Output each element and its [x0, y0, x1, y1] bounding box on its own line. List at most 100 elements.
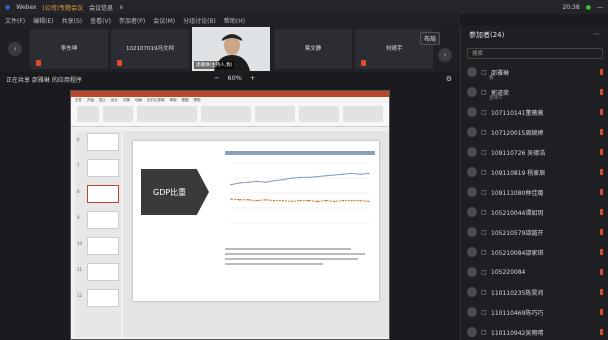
- meeting-title[interactable]: (公司)专题会议: [42, 3, 83, 12]
- ppt-tab-design[interactable]: 设计: [111, 98, 118, 103]
- editing-group[interactable]: [299, 106, 339, 122]
- slide-thumbnail[interactable]: [87, 133, 119, 151]
- muted-mic-icon[interactable]: [600, 249, 603, 255]
- tile-name: 李东坤: [60, 46, 78, 52]
- menu-help[interactable]: 帮助(H): [224, 16, 245, 25]
- panel-options-icon[interactable]: ⋯: [593, 30, 600, 38]
- share-label: 正在共享 邵雅琳 的应用程序: [6, 76, 82, 84]
- participant-row[interactable]: ▢ 109110726 吴德浩: [467, 144, 607, 160]
- chart-point: [256, 199, 258, 202]
- participant-row[interactable]: ▢ 109111080林佳璐: [467, 184, 607, 200]
- paragraph-group[interactable]: [201, 106, 251, 122]
- paste-icon[interactable]: [77, 106, 99, 122]
- menu-bar: 文件(F) 编辑(E) 共享(S) 查看(V) 参加者(P) 会议(M) 分组讨…: [0, 14, 460, 26]
- slides-group[interactable]: [103, 106, 133, 122]
- self-video[interactable]: 邵雅琳(主持人,我): [192, 27, 270, 71]
- slide-thumbnail[interactable]: [87, 159, 119, 177]
- device-icon: ▢: [481, 168, 487, 176]
- menu-file[interactable]: 文件(F): [5, 16, 25, 25]
- zoom-in-button[interactable]: +: [250, 74, 255, 82]
- menu-share[interactable]: 共享(S): [62, 16, 83, 25]
- muted-mic-icon[interactable]: [600, 329, 603, 335]
- designer-group[interactable]: [343, 106, 383, 122]
- muted-mic-icon[interactable]: [600, 149, 603, 155]
- muted-mic-icon[interactable]: [600, 169, 603, 175]
- layout-button[interactable]: 布局: [420, 32, 441, 45]
- device-icon: ▢: [481, 328, 487, 336]
- muted-mic-icon[interactable]: [600, 129, 603, 135]
- participant-row[interactable]: ▢ 105210084邵家琪: [467, 244, 607, 260]
- menu-meeting[interactable]: 会议(M): [153, 16, 175, 25]
- ppt-tab-review[interactable]: 审阅: [170, 98, 177, 103]
- menu-breakout[interactable]: 分组讨论(B): [183, 16, 216, 25]
- chart-series-line: [230, 172, 370, 186]
- chevron-right-icon: ›: [443, 51, 447, 59]
- zoom-out-button[interactable]: −: [214, 74, 219, 82]
- meeting-info-link[interactable]: 会议信息: [89, 3, 113, 12]
- minimize-icon[interactable]: —: [597, 4, 603, 11]
- ppt-tab-home[interactable]: 开始: [87, 98, 94, 103]
- slide-thumbnail[interactable]: [87, 263, 119, 281]
- video-tile[interactable]: 蒋文静: [274, 29, 352, 69]
- panel-title: 参加者(24): [469, 31, 505, 39]
- slide-thumbnail[interactable]: [87, 289, 119, 307]
- ppt-tab-transition[interactable]: 切换: [123, 98, 130, 103]
- strip-prev-button[interactable]: ‹: [8, 42, 22, 56]
- chart-point: [256, 180, 258, 183]
- menu-participants[interactable]: 参加者(P): [119, 16, 145, 25]
- slide-thumbnail[interactable]: [87, 211, 119, 229]
- ppt-tab-insert[interactable]: 插入: [99, 98, 106, 103]
- chart-point: [230, 183, 232, 186]
- chart-point: [290, 177, 293, 179]
- menu-edit[interactable]: 编辑(E): [33, 16, 53, 25]
- chart-point: [281, 199, 284, 202]
- muted-mic-icon[interactable]: [600, 69, 603, 75]
- muted-mic-icon[interactable]: [600, 89, 603, 95]
- participant-search-input[interactable]: 搜索: [467, 48, 603, 59]
- muted-mic-icon[interactable]: [600, 289, 603, 295]
- participant-row[interactable]: ▢ 105220084: [467, 264, 607, 280]
- muted-mic-icon: [36, 60, 41, 66]
- slide-thumbnails: 6 7 8 9 10 11 12: [75, 131, 121, 337]
- participant-row[interactable]: ▢ 107120015周婉婷: [467, 124, 607, 140]
- participant-row[interactable]: ▢ 郭道荣 主持人: [467, 84, 607, 101]
- slide-thumbnail[interactable]: [87, 237, 119, 255]
- muted-mic-icon[interactable]: [600, 209, 603, 215]
- strip-next-button[interactable]: ›: [438, 48, 452, 62]
- video-tile[interactable]: 李东坤: [30, 29, 108, 69]
- thumb-number: 11: [77, 267, 83, 272]
- menu-view[interactable]: 查看(V): [90, 16, 111, 25]
- clock-time: 20:38: [562, 3, 580, 11]
- annotate-icon[interactable]: ⚙: [446, 75, 452, 83]
- participant-row[interactable]: ▢ 110110469陈巧巧: [467, 304, 607, 320]
- muted-mic-icon[interactable]: [600, 309, 603, 315]
- avatar: [467, 107, 477, 117]
- ppt-tab-view[interactable]: 视图: [182, 98, 189, 103]
- participant-name: 109110819 杨家辰: [491, 169, 546, 177]
- participant-row[interactable]: ▢ 109110819 杨家辰: [467, 164, 607, 180]
- ppt-tab-help[interactable]: 帮助: [194, 98, 201, 103]
- muted-mic-icon[interactable]: [600, 269, 603, 275]
- ppt-tab-slideshow[interactable]: 幻灯片放映: [147, 98, 165, 103]
- participant-row[interactable]: ▢ 105210044谭如玥: [467, 204, 607, 220]
- participant-row[interactable]: ▢ 107110141董薇薇: [467, 104, 607, 120]
- muted-mic-icon[interactable]: [600, 109, 603, 115]
- ppt-tab-file[interactable]: 文件: [75, 98, 82, 103]
- ppt-tab-animation[interactable]: 动画: [135, 98, 142, 103]
- webex-logo-icon: ●: [5, 3, 11, 11]
- drawing-group[interactable]: [255, 106, 295, 122]
- participant-row[interactable]: ▢ 105210579邵越开: [467, 224, 607, 240]
- video-tile[interactable]: 102107019冯文柯: [111, 29, 189, 69]
- participant-row[interactable]: ▢ 110110942吴雨晴: [467, 324, 607, 340]
- font-group[interactable]: [137, 106, 197, 122]
- current-slide[interactable]: GDP比重: [133, 141, 379, 301]
- participant-row[interactable]: ▢ 110110235陈昊鸿: [467, 284, 607, 300]
- slide-thumbnail-selected[interactable]: [87, 185, 119, 203]
- participant-name: 105210579邵越开: [491, 229, 544, 237]
- muted-mic-icon[interactable]: [600, 189, 603, 195]
- chart-point: [247, 181, 250, 183]
- muted-mic-icon[interactable]: [600, 229, 603, 235]
- participant-row[interactable]: ▢ 邵雅琳我: [467, 64, 607, 81]
- collapse-chevron-icon[interactable]: ∧: [119, 4, 123, 11]
- status-dot-icon: ●: [585, 3, 591, 11]
